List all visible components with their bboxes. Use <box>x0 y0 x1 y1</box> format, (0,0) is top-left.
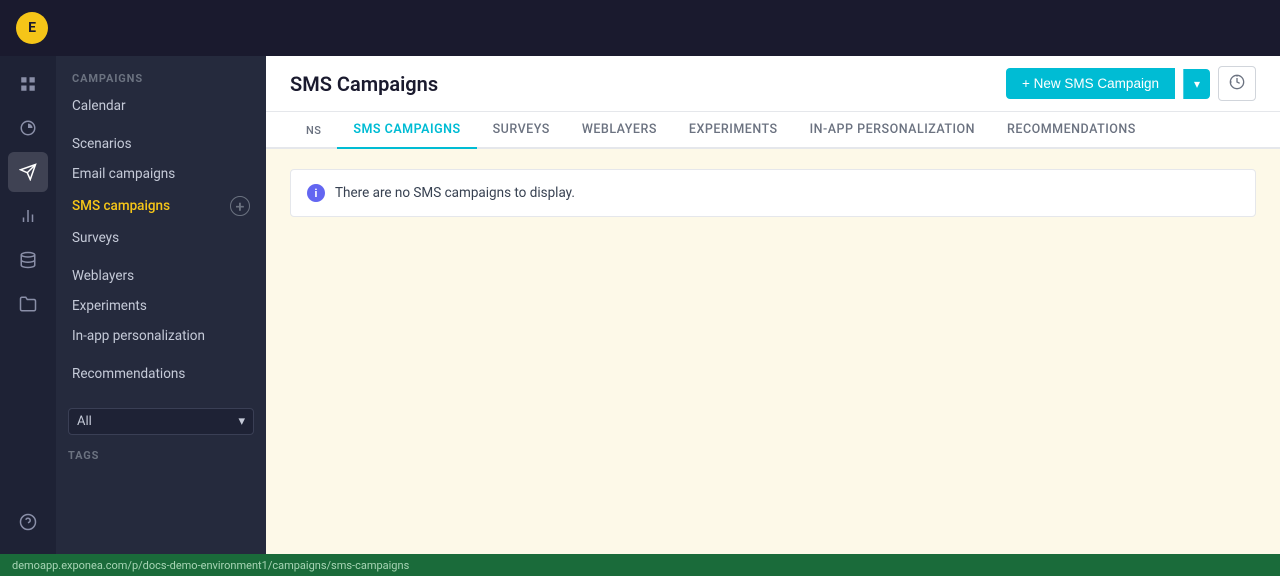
empty-state-message: There are no SMS campaigns to display. <box>335 185 575 201</box>
sidebar-icon-reports[interactable] <box>8 196 48 236</box>
nav-sidebar: CAMPAIGNS Calendar Scenarios Email campa… <box>56 56 266 554</box>
app-logo[interactable]: E <box>16 12 48 44</box>
dropdown-chevron-icon: ▾ <box>238 414 245 429</box>
page-title: SMS Campaigns <box>290 72 438 96</box>
sidebar-icon-database[interactable] <box>8 240 48 280</box>
page-header: SMS Campaigns + New SMS Campaign ▾ <box>266 56 1280 112</box>
tags-area <box>68 466 254 546</box>
new-sms-campaign-button[interactable]: + New SMS Campaign <box>1006 68 1175 99</box>
tab-experiments[interactable]: EXPERIMENTS <box>673 112 794 149</box>
sidebar-item-scenarios[interactable]: Scenarios <box>56 129 266 159</box>
top-bar: E <box>0 0 1280 56</box>
sidebar-icon-help[interactable] <box>8 502 48 542</box>
sidebar-item-calendar[interactable]: Calendar <box>56 91 266 121</box>
sidebar-item-weblayers[interactable]: Weblayers <box>56 261 266 291</box>
tabs-bar: NS SMS CAMPAIGNS SURVEYS WEBLAYERS EXPER… <box>266 112 1280 149</box>
info-icon: i <box>307 184 325 202</box>
empty-state-banner: i There are no SMS campaigns to display. <box>290 169 1256 217</box>
main-layout: CAMPAIGNS Calendar Scenarios Email campa… <box>0 56 1280 554</box>
tab-in-app-personalization[interactable]: IN-APP PERSONALIZATION <box>794 112 991 149</box>
status-url: demoapp.exponea.com/p/docs-demo-environm… <box>12 559 409 572</box>
status-bar: demoapp.exponea.com/p/docs-demo-environm… <box>0 554 1280 576</box>
sidebar-filter-section: All ▾ TAGS <box>56 400 266 554</box>
sidebar-icon-analytics[interactable] <box>8 108 48 148</box>
sidebar-icon-folder[interactable] <box>8 284 48 324</box>
filter-dropdown[interactable]: All ▾ <box>68 408 254 435</box>
sidebar-item-recommendations[interactable]: Recommendations <box>56 359 266 389</box>
sidebar-item-experiments[interactable]: Experiments <box>56 291 266 321</box>
sidebar-item-in-app[interactable]: In-app personalization <box>56 321 266 351</box>
icon-sidebar <box>0 56 56 554</box>
campaigns-section-label: CAMPAIGNS <box>56 56 266 91</box>
tab-recommendations[interactable]: RECOMMENDATIONS <box>991 112 1152 149</box>
sidebar-item-email-campaigns[interactable]: Email campaigns <box>56 159 266 189</box>
sidebar-item-surveys[interactable]: Surveys <box>56 223 266 253</box>
tab-surveys[interactable]: SURVEYS <box>477 112 566 149</box>
add-sms-campaign-icon[interactable]: + <box>230 196 250 216</box>
new-sms-campaign-dropdown-button[interactable]: ▾ <box>1183 69 1210 99</box>
history-button[interactable] <box>1218 66 1256 101</box>
sidebar-icon-campaigns[interactable] <box>8 152 48 192</box>
tab-weblayers[interactable]: WEBLAYERS <box>566 112 673 149</box>
main-content-area: i There are no SMS campaigns to display. <box>266 149 1280 554</box>
tab-ns[interactable]: NS <box>290 114 337 149</box>
tab-sms-campaigns[interactable]: SMS CAMPAIGNS <box>337 112 476 149</box>
content-area: SMS Campaigns + New SMS Campaign ▾ NS SM… <box>266 56 1280 554</box>
tags-label: TAGS <box>68 443 254 466</box>
header-actions: + New SMS Campaign ▾ <box>1006 66 1256 101</box>
sidebar-item-sms-campaigns[interactable]: SMS campaigns + <box>56 189 266 223</box>
sidebar-icon-dashboard[interactable] <box>8 64 48 104</box>
